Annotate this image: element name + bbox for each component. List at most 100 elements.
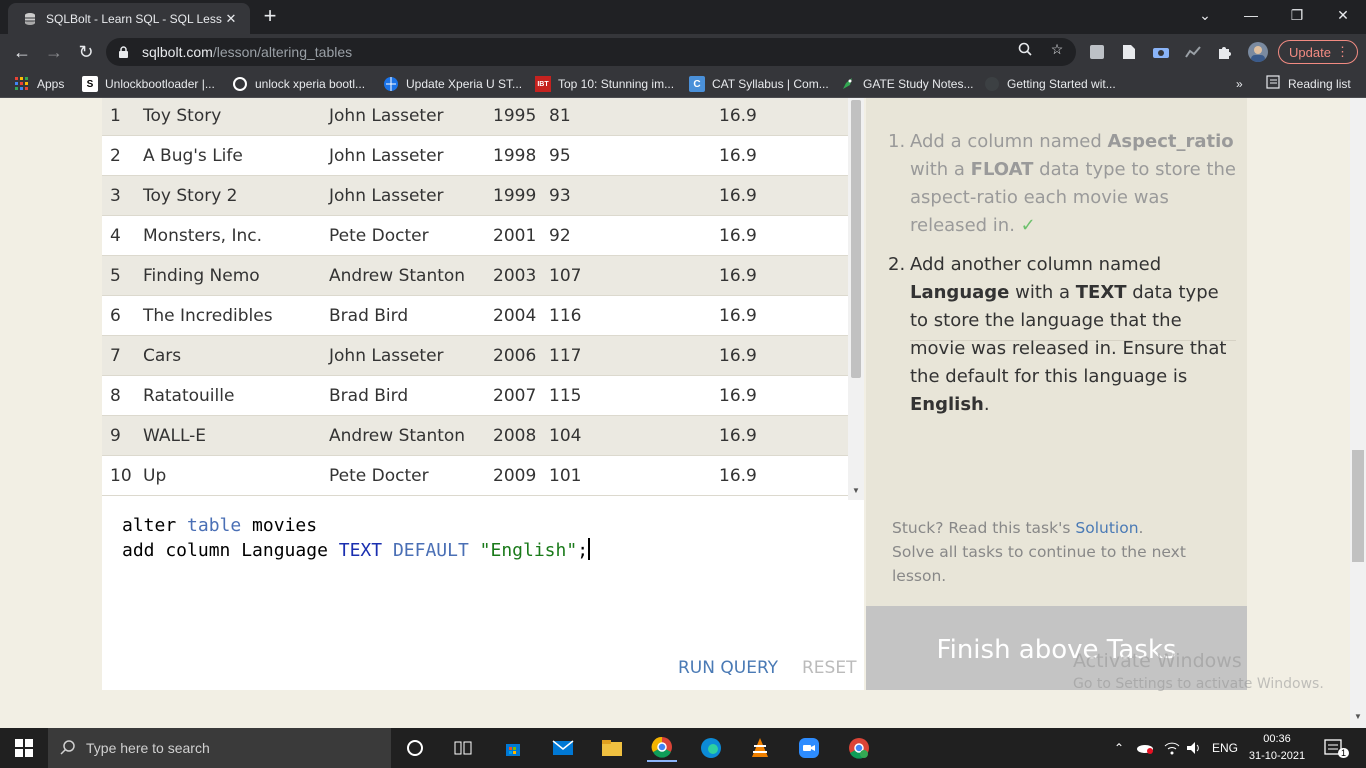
- table-row: 6 The Incredibles Brad Bird 2004 116 16.9: [102, 296, 848, 336]
- tab-search-icon[interactable]: ⌄: [1182, 0, 1228, 30]
- bookmark-unlock-xperia[interactable]: unlock xperia bootl...: [232, 75, 365, 93]
- bookmark-cat-syllabus[interactable]: C CAT Syllabus | Com...: [689, 75, 829, 93]
- task-default-value: English: [910, 394, 984, 415]
- task-text-part: with a: [1009, 282, 1076, 303]
- cell-aspect-ratio: 16.9: [719, 186, 757, 206]
- cell-length: 116: [549, 306, 582, 326]
- page-scroll-down-icon[interactable]: ▼: [1350, 712, 1366, 726]
- store-icon[interactable]: [498, 734, 528, 762]
- wifi-icon[interactable]: [1164, 728, 1180, 768]
- notification-center-icon[interactable]: 1: [1324, 728, 1350, 768]
- chrome-icon[interactable]: [647, 734, 677, 762]
- reading-list-button[interactable]: Reading list: [1266, 75, 1351, 92]
- bookmark-unlockbootloader[interactable]: S Unlockbootloader |...: [82, 75, 215, 93]
- sql-editor[interactable]: alter table movies add column Language T…: [102, 500, 864, 690]
- file-explorer-icon[interactable]: [597, 734, 627, 762]
- cell-aspect-ratio: 16.9: [719, 426, 757, 446]
- tab-close-icon[interactable]: ✕: [222, 11, 240, 27]
- blank-favicon-icon: [984, 76, 1000, 92]
- extensions-puzzle-icon[interactable]: [1216, 43, 1234, 61]
- input-language[interactable]: ENG: [1212, 728, 1238, 768]
- lock-icon: [118, 45, 132, 59]
- mail-icon[interactable]: [548, 734, 578, 762]
- edge-icon[interactable]: [696, 734, 726, 762]
- apps-grid-icon: [14, 76, 30, 92]
- taskbar-search-box[interactable]: Type here to search: [48, 728, 391, 768]
- zoom-app-icon[interactable]: [794, 734, 824, 762]
- bookmarks-overflow-button[interactable]: »: [1236, 75, 1243, 93]
- watermark-title: Activate Windows: [1073, 650, 1242, 672]
- onedrive-icon[interactable]: [1136, 728, 1154, 768]
- cell-length: 101: [549, 466, 582, 486]
- results-scroll-down-icon[interactable]: ▼: [848, 484, 864, 498]
- run-query-button[interactable]: RUN QUERY: [678, 658, 778, 678]
- cell-aspect-ratio: 16.9: [719, 226, 757, 246]
- table-row: 4 Monsters, Inc. Pete Docter 2001 92 16.9: [102, 216, 848, 256]
- close-window-icon[interactable]: ✕: [1320, 0, 1366, 30]
- windows-start-icon[interactable]: [0, 728, 48, 768]
- stuck-text: .: [1138, 519, 1144, 537]
- bookmark-apps[interactable]: Apps: [14, 75, 64, 93]
- wordpress-icon: [232, 76, 248, 92]
- task-text: Add another column named Language with a…: [910, 251, 1240, 419]
- show-hidden-icons[interactable]: ⌃: [1114, 728, 1124, 768]
- cell-length: 104: [549, 426, 582, 446]
- sql-code[interactable]: alter table movies add column Language T…: [122, 514, 591, 563]
- code-type: TEXT: [338, 540, 383, 561]
- code-token: ;: [577, 540, 589, 561]
- bookmarks-bar: Apps S Unlockbootloader |... unlock xper…: [0, 70, 1366, 98]
- page-scrollbar[interactable]: [1350, 98, 1366, 728]
- cortana-icon[interactable]: [400, 734, 430, 762]
- table-row: 3 Toy Story 2 John Lasseter 1999 93 16.9: [102, 176, 848, 216]
- task-data-type: FLOAT: [970, 159, 1034, 180]
- cell-length: 95: [549, 146, 571, 166]
- extension-1-icon[interactable]: [1088, 43, 1106, 61]
- bookmark-star-icon[interactable]: ☆: [1048, 40, 1066, 58]
- cell-year: 1999: [493, 186, 537, 206]
- tab-title: SQLBolt - Learn SQL - SQL Lesson: [46, 11, 222, 26]
- cell-year: 1995: [493, 106, 537, 126]
- minimize-icon[interactable]: —: [1228, 0, 1274, 30]
- cell-aspect-ratio: 16.9: [719, 106, 757, 126]
- bookmark-label: GATE Study Notes...: [863, 77, 974, 91]
- address-bar[interactable]: sqlbolt.com/lesson/altering_tables: [106, 38, 1076, 66]
- cell-director: Pete Docter: [329, 466, 429, 486]
- bookmark-top-10[interactable]: IBT Top 10: Stunning im...: [535, 75, 674, 93]
- vlc-icon[interactable]: [745, 734, 775, 762]
- ibtimes-icon: IBT: [535, 76, 551, 92]
- task-view-icon[interactable]: [448, 734, 478, 762]
- restore-icon[interactable]: ❐: [1274, 0, 1320, 30]
- cell-director: Brad Bird: [329, 306, 409, 326]
- reset-button[interactable]: RESET: [802, 658, 856, 678]
- volume-icon[interactable]: [1186, 728, 1202, 768]
- solution-link[interactable]: Solution: [1075, 519, 1138, 537]
- url-path: /lesson/altering_tables: [212, 44, 353, 60]
- cell-director: Pete Docter: [329, 226, 429, 246]
- cell-year: 2003: [493, 266, 537, 286]
- bookmark-gate-study[interactable]: GATE Study Notes...: [840, 75, 973, 93]
- forward-icon[interactable]: →: [40, 38, 68, 66]
- bookmark-update-xperia[interactable]: Update Xperia U ST...: [383, 75, 522, 93]
- extension-2-icon[interactable]: [1120, 43, 1138, 61]
- cell-year: 2004: [493, 306, 537, 326]
- reload-icon[interactable]: ↻: [72, 38, 100, 66]
- chart-extension-icon[interactable]: [1184, 43, 1202, 61]
- update-button[interactable]: Update ⋮: [1278, 40, 1358, 64]
- system-clock[interactable]: 00:36 31-10-2021: [1248, 731, 1306, 765]
- watermark-subtitle: Go to Settings to activate Windows.: [1073, 676, 1324, 692]
- cell-title: Toy Story 2: [143, 186, 238, 206]
- cell-length: 92: [549, 226, 571, 246]
- profile-avatar[interactable]: [1248, 42, 1268, 62]
- cell-director: Andrew Stanton: [329, 266, 466, 286]
- back-icon[interactable]: ←: [8, 38, 36, 66]
- chrome-profile-icon[interactable]: [844, 734, 874, 762]
- browser-tab[interactable]: SQLBolt - Learn SQL - SQL Lesson ✕: [8, 3, 250, 34]
- zoom-icon[interactable]: [1016, 40, 1034, 58]
- camera-extension-icon[interactable]: [1152, 43, 1170, 61]
- new-tab-button[interactable]: +: [258, 5, 282, 29]
- cell-length: 115: [549, 386, 582, 406]
- code-token: alter: [122, 515, 188, 536]
- results-scrollbar-thumb[interactable]: [851, 100, 861, 378]
- bookmark-getting-started[interactable]: Getting Started wit...: [984, 75, 1116, 93]
- page-scrollbar-thumb[interactable]: [1352, 450, 1364, 562]
